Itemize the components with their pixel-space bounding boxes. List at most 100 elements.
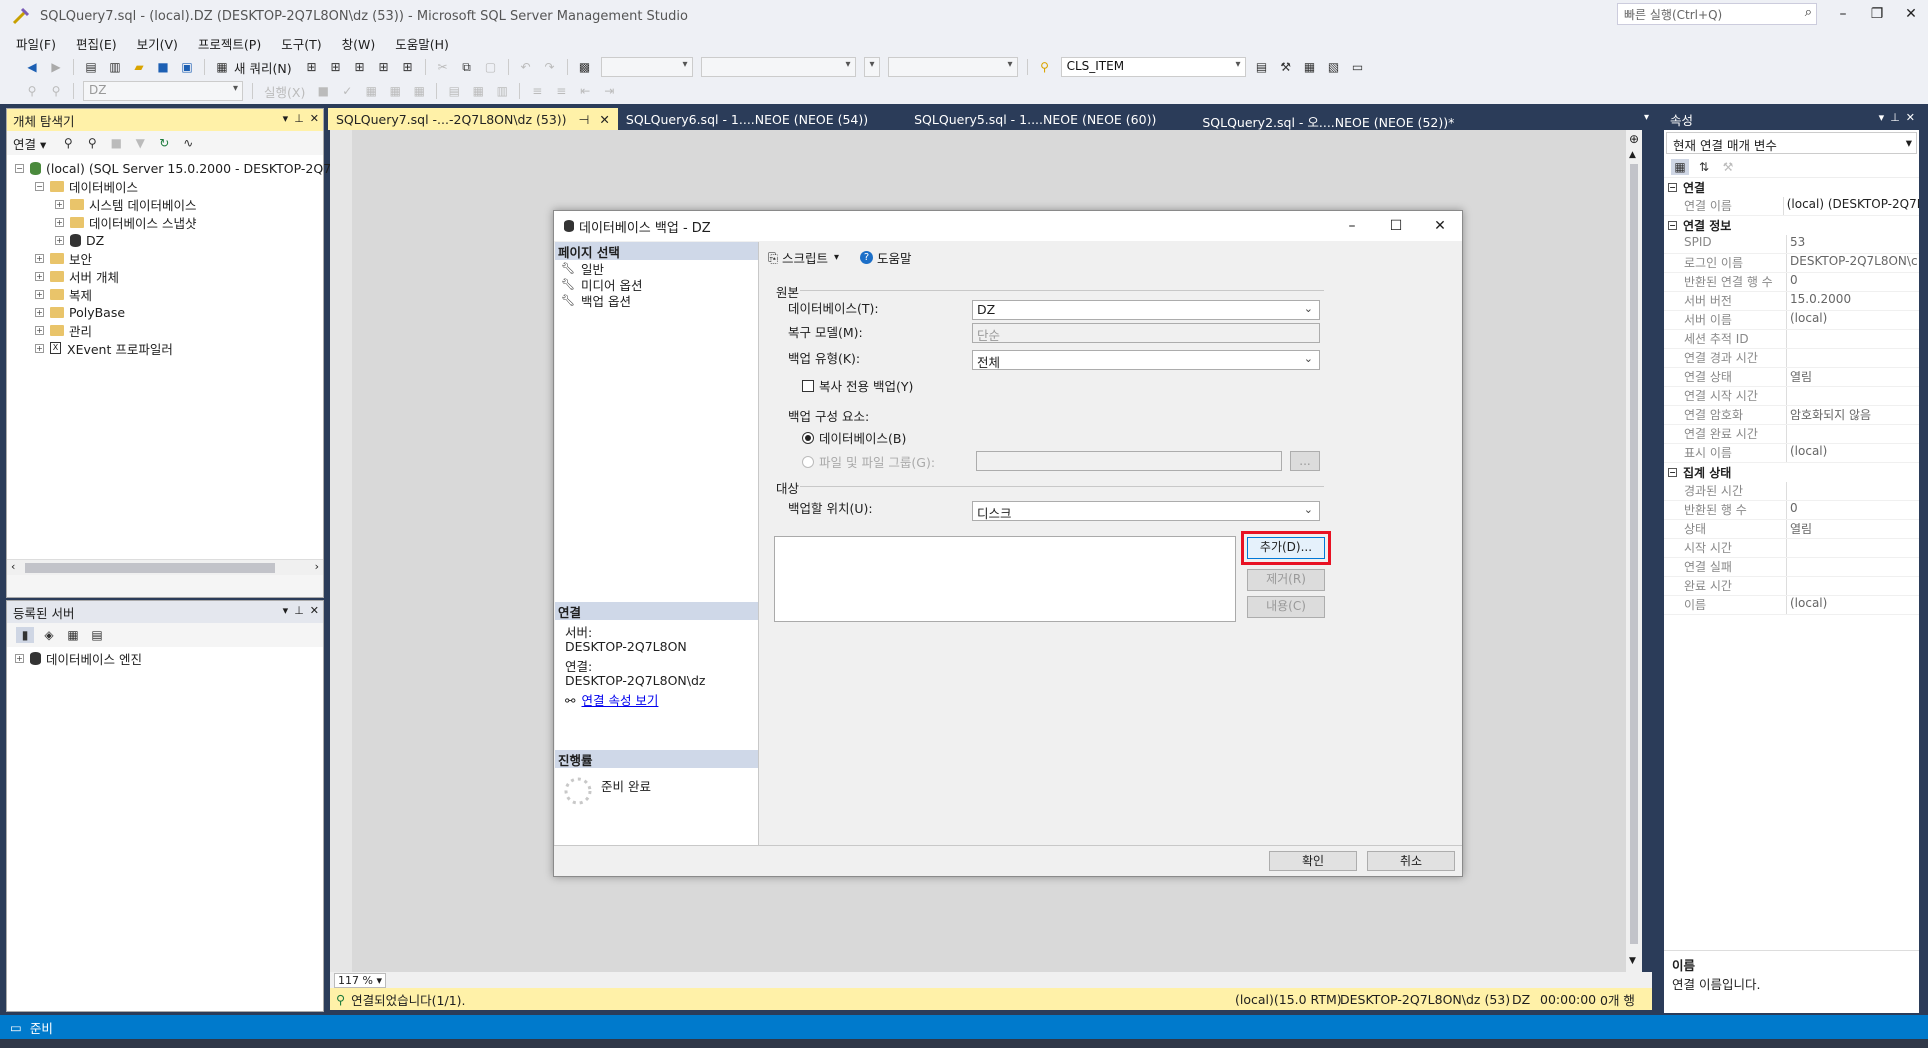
property-pages-icon[interactable]: ⚒ (1719, 159, 1737, 175)
collapse-icon[interactable]: − (1668, 468, 1677, 477)
dialog-close-button[interactable]: ✕ (1418, 211, 1462, 241)
minimize-button[interactable]: – (1826, 0, 1860, 28)
db-query-icon[interactable]: ⊞ (303, 59, 321, 75)
properties-icon[interactable]: ⚒ (1277, 59, 1295, 75)
prop-category-aggregate[interactable]: − 집계 상태 (1664, 463, 1919, 482)
tree-item-dz[interactable]: + DZ (55, 231, 104, 249)
dmx-query-icon[interactable]: ⊞ (351, 59, 369, 75)
panel-menu-icon[interactable]: ▾ (283, 112, 289, 125)
backup-destination-list[interactable] (774, 536, 1236, 622)
close-panel-icon[interactable]: ✕ (1906, 111, 1915, 124)
solution-platform-combo[interactable] (700, 57, 856, 77)
expand-icon[interactable]: + (55, 235, 64, 245)
paste-icon[interactable]: ▢ (482, 59, 500, 75)
prop-row[interactable]: 연결 상태 열림 (1664, 368, 1919, 387)
scroll-up-icon[interactable]: ▲ (1629, 150, 1636, 160)
save-icon[interactable]: ■ (154, 59, 172, 75)
close-window-button[interactable]: ✕ (1894, 0, 1928, 28)
expand-icon[interactable]: + (55, 199, 64, 209)
radio-selected[interactable] (802, 431, 814, 444)
decrease-indent-icon[interactable]: ⇤ (576, 83, 594, 99)
template-explorer-icon[interactable]: ▦ (1301, 59, 1319, 75)
forward-icon[interactable]: ▶ (47, 59, 65, 75)
checkbox-box[interactable] (802, 379, 814, 392)
horizontal-scrollbar[interactable]: ‹ › (7, 559, 323, 575)
prop-row[interactable]: 경과된 시간 (1664, 482, 1919, 501)
tab-sqlquery2[interactable]: SQLQuery2.sql - 오....NEOE (NEOE (52))* (1194, 108, 1462, 130)
xmla-query-icon[interactable]: ⊞ (375, 59, 393, 75)
collapse-icon[interactable]: − (1668, 183, 1677, 192)
activity-icon[interactable]: ∿ (179, 135, 197, 151)
new-query-button[interactable]: 새 쿼리(N) (234, 58, 292, 77)
prop-row[interactable]: 연결 실패 (1664, 558, 1919, 577)
new-project-icon[interactable]: ▤ (82, 59, 100, 75)
close-tab-icon[interactable]: ✕ (599, 112, 609, 127)
restore-button[interactable]: ❐ (1860, 0, 1894, 28)
categorized-icon[interactable]: ▦ (1671, 158, 1689, 175)
new-query-icon[interactable]: ▦ (213, 59, 231, 75)
save-all-icon[interactable]: ▣ (178, 59, 196, 75)
prop-row[interactable]: SPID 53 (1664, 235, 1919, 254)
close-panel-icon[interactable]: ✕ (310, 112, 319, 125)
expand-icon[interactable]: + (55, 217, 64, 227)
other-windows-icon[interactable]: ▭ (1349, 59, 1367, 75)
prop-row[interactable]: 반환된 연결 행 수0 (1664, 273, 1919, 292)
expand-icon[interactable]: + (35, 307, 44, 317)
add-item-icon[interactable]: ▥ (106, 59, 124, 75)
help-button[interactable]: ? 도움말 (860, 248, 912, 267)
prop-row[interactable]: 연결 이름 (local) (DESKTOP-2Q7L (1664, 197, 1919, 216)
tree-item-security[interactable]: + 보안 (35, 249, 92, 267)
pin-icon[interactable]: ⊥ (1890, 111, 1900, 124)
database-engine-icon[interactable]: ▮ (16, 627, 34, 643)
disconnect-icon[interactable]: ⚲ (47, 83, 65, 99)
item-combo[interactable]: CLS_ITEM (1060, 57, 1246, 77)
prop-row[interactable]: 서버 이름 (local) (1664, 311, 1919, 330)
reporting-services-icon[interactable]: ▦ (64, 627, 82, 643)
tab-overflow-icon[interactable]: ▾ (1644, 112, 1649, 123)
stop-icon[interactable]: ■ (107, 135, 125, 151)
prop-category-connection-info[interactable]: − 연결 정보 (1664, 216, 1919, 235)
zoom-combo[interactable]: 117 % ▾ (334, 973, 386, 988)
tree-item-system-databases[interactable]: + 시스템 데이터베이스 (55, 195, 196, 213)
results-grid-icon[interactable]: ▦ (469, 83, 487, 99)
prop-row[interactable]: 완료 시간 (1664, 577, 1919, 596)
connect-icon[interactable]: ⚲ (23, 83, 41, 99)
expand-icon[interactable]: + (35, 325, 44, 335)
cut-icon[interactable]: ✂ (434, 59, 452, 75)
redo-icon[interactable]: ↷ (541, 59, 559, 75)
mdx-query-icon[interactable]: ⊞ (327, 59, 345, 75)
prop-category-connection[interactable]: − 연결 (1664, 178, 1919, 197)
contents-button[interactable]: 내용(C) (1247, 596, 1325, 618)
backup-type-select[interactable]: 전체 ⌄ (972, 350, 1320, 370)
scroll-right-icon[interactable]: › (315, 560, 319, 573)
solution-explorer-icon[interactable]: ▤ (1253, 59, 1271, 75)
component-files-radio[interactable]: 파일 및 파일 그룹(G): (802, 452, 935, 471)
activity-monitor-icon[interactable]: ▩ (576, 59, 594, 75)
menu-edit[interactable]: 편집(E) (76, 34, 117, 53)
execute-button[interactable]: 실행(X) (264, 82, 305, 101)
tree-item-replication[interactable]: + 복제 (35, 285, 92, 303)
prop-row[interactable]: 시작 시간 (1664, 539, 1919, 558)
stop-icon[interactable]: ■ (314, 83, 332, 99)
pin-icon[interactable]: ⊥ (294, 112, 304, 125)
connect-dropdown[interactable]: 연결 ▾ (13, 134, 46, 153)
uncomment-icon[interactable]: ≡ (552, 83, 570, 99)
radio-unselected[interactable] (802, 455, 814, 468)
tree-item-server-objects[interactable]: + 서버 개체 (35, 267, 119, 285)
menu-help[interactable]: 도움말(H) (395, 34, 449, 53)
tree-item-databases[interactable]: − 데이터베이스 (35, 177, 138, 195)
solution-config-combo[interactable] (600, 57, 693, 77)
collapse-icon[interactable]: − (1668, 221, 1677, 230)
tree-item-database-engine[interactable]: + 데이터베이스 엔진 (15, 649, 142, 667)
prop-row[interactable]: 연결 암호화 암호화되지 않음 (1664, 406, 1919, 425)
close-panel-icon[interactable]: ✕ (310, 604, 319, 617)
find-in-files-icon[interactable]: ⚲ (1036, 59, 1054, 75)
prop-row[interactable]: 상태 열림 (1664, 520, 1919, 539)
browse-filegroups-button[interactable]: ... (1290, 451, 1320, 471)
database-select[interactable]: DZ ⌄ (972, 300, 1320, 320)
tree-server-node[interactable]: − (local) (SQL Server 15.0.2000 - DESKTOP… (15, 159, 356, 177)
panel-menu-icon[interactable]: ▾ (1879, 111, 1885, 124)
prop-row[interactable]: 표시 이름 (local) (1664, 444, 1919, 463)
integration-services-icon[interactable]: ▤ (88, 627, 106, 643)
connect-icon[interactable]: ⚲ (59, 135, 77, 151)
